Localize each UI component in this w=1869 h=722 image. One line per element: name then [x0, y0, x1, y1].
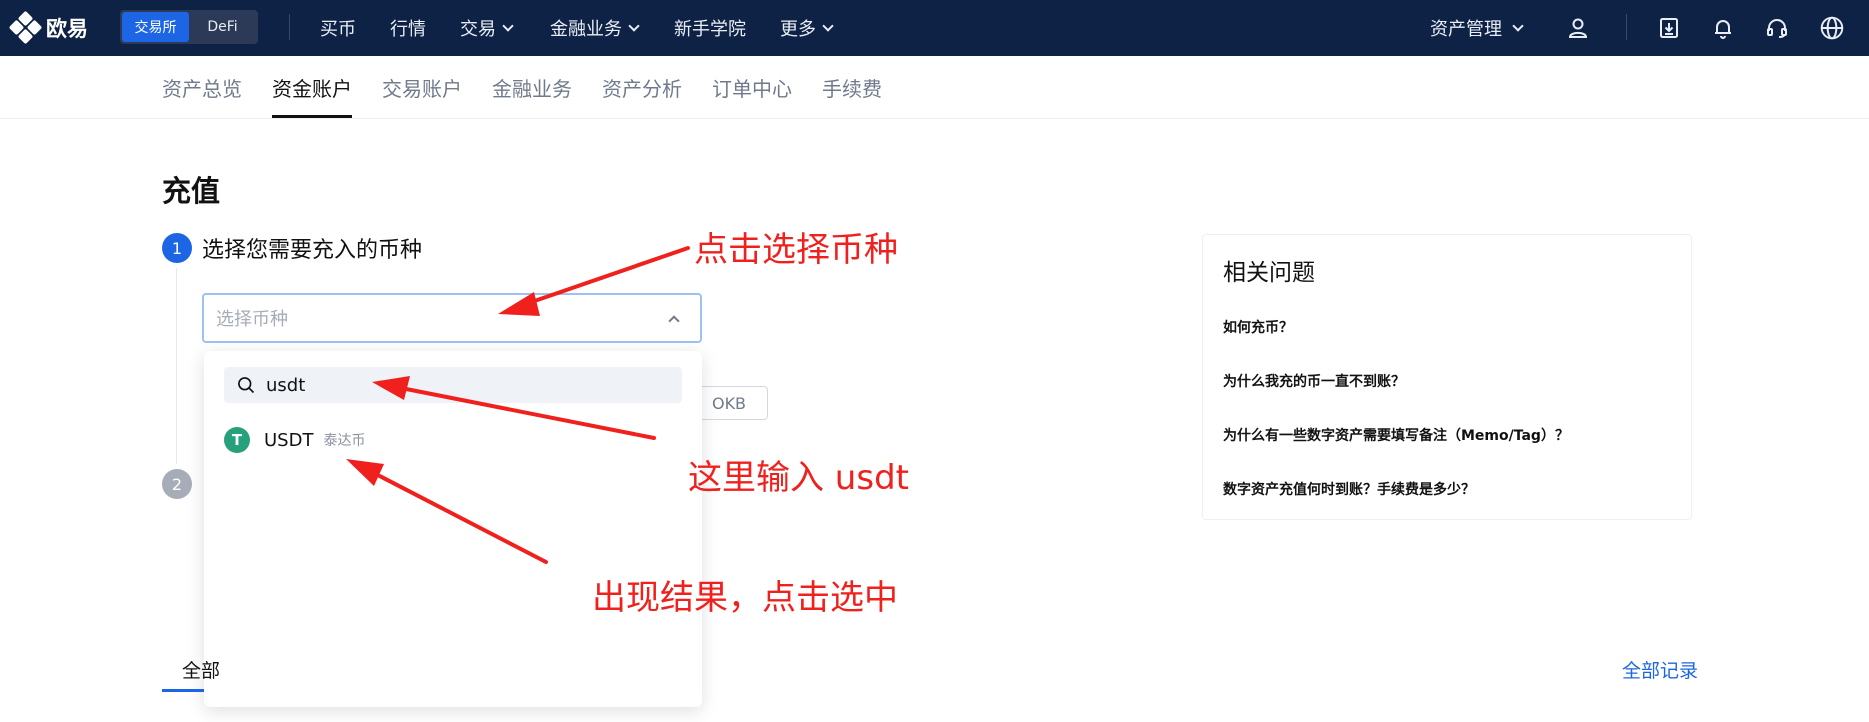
annotation-type-usdt: 这里输入 usdt — [688, 458, 909, 498]
annotation-click-result: 出现结果，点击选中 — [592, 578, 898, 618]
annotation-arrows — [346, 246, 690, 564]
arrow-head — [346, 459, 384, 486]
annotation-select-coin: 点击选择币种 — [694, 230, 898, 270]
arrow-head — [498, 292, 540, 316]
arrow-to-result — [368, 469, 548, 564]
arrow-to-select — [518, 246, 690, 308]
arrow-to-search — [394, 385, 656, 440]
arrow-head — [372, 376, 410, 400]
